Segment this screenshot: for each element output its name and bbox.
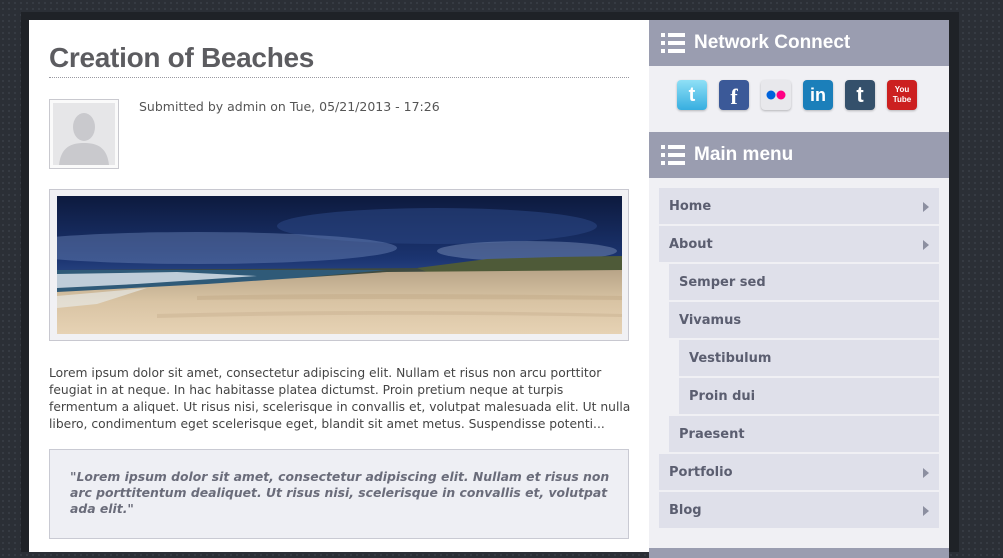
next-block-header: [649, 548, 949, 558]
menu-item-semper-sed[interactable]: Semper sed: [669, 264, 939, 300]
menu-item-vestibulum[interactable]: Vestibulum: [679, 340, 939, 376]
page-title[interactable]: Creation of Beaches: [49, 42, 314, 74]
list-icon: [661, 33, 685, 53]
menu-item-praesent[interactable]: Praesent: [669, 416, 939, 452]
flickr-icon[interactable]: [761, 80, 791, 110]
sidebar: Network Connect t f in t You Tube Main m…: [649, 20, 949, 558]
menu-item-vivamus[interactable]: Vivamus: [669, 302, 939, 338]
blockquote: "Lorem ipsum dolor sit amet, consectetur…: [49, 449, 629, 539]
submitted-meta: Submitted by admin on Tue, 05/21/2013 - …: [139, 99, 440, 114]
menu-item-home[interactable]: Home: [659, 188, 939, 224]
article-body: Lorem ipsum dolor sit amet, consectetur …: [49, 366, 631, 431]
twitter-icon[interactable]: t: [677, 80, 707, 110]
menu-item-proin-dui[interactable]: Proin dui: [679, 378, 939, 414]
network-connect-header: Network Connect: [649, 20, 949, 66]
menu-item-about[interactable]: About: [659, 226, 939, 262]
list-icon: [661, 145, 685, 165]
main-content: Creation of Beaches Submitted by admin o…: [29, 20, 649, 552]
arrow-right-icon: [923, 506, 929, 516]
network-connect-title: Network Connect: [694, 32, 851, 53]
youtube-icon[interactable]: You Tube: [887, 80, 917, 110]
arrow-right-icon: [923, 240, 929, 250]
page-wrapper: Creation of Beaches Submitted by admin o…: [21, 12, 959, 558]
arrow-right-icon: [923, 202, 929, 212]
menu-item-blog[interactable]: Blog: [659, 492, 939, 528]
title-divider: [49, 77, 629, 78]
quote-text: "Lorem ipsum dolor sit amet, consectetur…: [70, 469, 610, 516]
user-silhouette-icon: [53, 103, 115, 165]
menu-item-portfolio[interactable]: Portfolio: [659, 454, 939, 490]
beach-photo[interactable]: [57, 196, 622, 334]
article-image-frame: [49, 189, 629, 341]
facebook-icon[interactable]: f: [719, 80, 749, 110]
main-menu-header: Main menu: [649, 132, 949, 178]
avatar[interactable]: [49, 99, 119, 169]
tumblr-icon[interactable]: t: [845, 80, 875, 110]
main-menu-title: Main menu: [694, 144, 794, 165]
linkedin-icon[interactable]: in: [803, 80, 833, 110]
arrow-right-icon: [923, 468, 929, 478]
